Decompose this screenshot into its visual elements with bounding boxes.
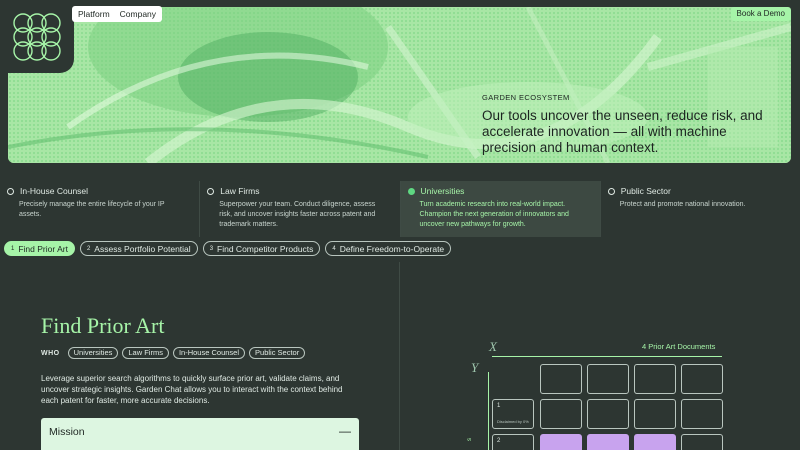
radio-icon <box>207 187 215 195</box>
grid-cell <box>540 364 582 394</box>
tab-number: 3 <box>209 245 214 252</box>
tab-label: Define Freedom-to-Operate <box>339 243 445 254</box>
book-demo-button[interactable]: Book a Demo <box>730 7 791 21</box>
grid-x-label: X <box>489 339 497 354</box>
who-row: WHO Universities Law Firms In-House Coun… <box>41 347 306 359</box>
mission-accordion[interactable]: Mission — <box>41 418 359 450</box>
radio-icon <box>7 187 14 195</box>
audience-label: Law Firms <box>220 186 260 196</box>
who-chip-universities[interactable]: Universities <box>67 347 119 359</box>
tab-label: Assess Portfolio Potential <box>94 243 191 254</box>
tab-number: 2 <box>86 245 91 252</box>
tab-find-prior-art[interactable]: 1 Find Prior Art <box>4 241 75 256</box>
audience-desc: Turn academic research into real-world i… <box>419 201 569 228</box>
audience-desc: Precisely manage the entire lifecycle of… <box>19 201 165 218</box>
section-description: Leverage superior search algorithms to q… <box>41 374 343 405</box>
grid-cell <box>587 364 629 394</box>
row-number: 2 <box>497 438 501 444</box>
grid-cell <box>681 399 723 429</box>
who-label: WHO <box>41 349 60 357</box>
use-case-tabs: 1 Find Prior Art 2 Assess Portfolio Potent… <box>4 241 452 256</box>
audience-desc: Protect and promote national innovation. <box>619 201 746 208</box>
grid-y-axis <box>488 372 489 450</box>
audience-label: Universities <box>420 186 465 196</box>
hero-banner: GARDEN ECOSYSTEM Our tools uncover the u… <box>8 7 791 163</box>
mission-label: Mission <box>49 426 85 438</box>
nav-item-platform[interactable]: Platform <box>78 6 110 22</box>
tab-define-freedom-to-operate[interactable]: 4 Define Freedom-to-Operate <box>325 241 452 256</box>
grid-cell-highlighted <box>540 434 582 450</box>
tab-assess-portfolio-potential[interactable]: 2 Assess Portfolio Potential <box>79 241 198 256</box>
grid-cell-highlighted <box>587 434 629 450</box>
audience-selector: In-House Counsel Precisely manage the en… <box>0 181 800 237</box>
grid-cell <box>681 364 723 394</box>
row-number: 1 <box>497 403 501 409</box>
garden-logo-icon <box>13 13 61 61</box>
radio-selected-icon <box>407 187 415 195</box>
grid-cell-highlighted <box>634 434 676 450</box>
brand-logo[interactable] <box>4 4 70 70</box>
nav-item-company[interactable]: Company <box>120 6 156 22</box>
grid-cell <box>587 399 629 429</box>
grid-row-header: 1 Disclaimed by 0% <box>492 399 534 429</box>
audience-public-sector[interactable]: Public Sector Protect and promote nation… <box>599 181 800 237</box>
row-subtext: Disclaimed by 0% <box>497 419 529 424</box>
grid-cell <box>681 434 723 450</box>
section-title: Find Prior Art <box>41 313 165 338</box>
audience-law-firms[interactable]: Law Firms Superpower your team. Conduct … <box>199 181 399 237</box>
audience-in-house-counsel[interactable]: In-House Counsel Precisely manage the en… <box>0 181 199 237</box>
grid-side-label: s <box>467 438 473 441</box>
audience-label: In-House Counsel <box>20 186 89 196</box>
hero-title: Our tools uncover the unseen, reduce ris… <box>482 108 763 155</box>
who-chip-public-sector[interactable]: Public Sector <box>249 347 306 359</box>
tab-label: Find Prior Art <box>18 243 68 254</box>
tab-label: Find Competitor Products <box>217 243 314 254</box>
audience-desc: Superpower your team. Conduct diligence,… <box>219 201 376 228</box>
radio-icon <box>607 187 615 195</box>
who-chip-law-firms[interactable]: Law Firms <box>122 347 169 359</box>
grid-cell <box>634 399 676 429</box>
hero-eyebrow: GARDEN ECOSYSTEM <box>482 93 570 102</box>
panel-divider <box>399 262 400 450</box>
collapse-icon[interactable]: — <box>339 424 351 438</box>
grid-row-header: 2 <box>492 434 534 450</box>
grid-y-label: Y <box>471 360 479 375</box>
audience-universities[interactable]: Universities Turn academic research into… <box>399 181 600 237</box>
grid-cell <box>634 364 676 394</box>
grid-count-label: 4 Prior Art Documents <box>642 342 716 351</box>
grid-cell <box>540 399 582 429</box>
grid-x-axis <box>492 356 722 357</box>
who-chip-in-house-counsel[interactable]: In-House Counsel <box>172 347 246 359</box>
top-nav: Platform Company <box>72 6 163 22</box>
tab-number: 1 <box>11 245 15 252</box>
tab-number: 4 <box>332 245 336 252</box>
tab-find-competitor-products[interactable]: 3 Find Competitor Products <box>202 241 321 256</box>
audience-label: Public Sector <box>620 186 671 196</box>
